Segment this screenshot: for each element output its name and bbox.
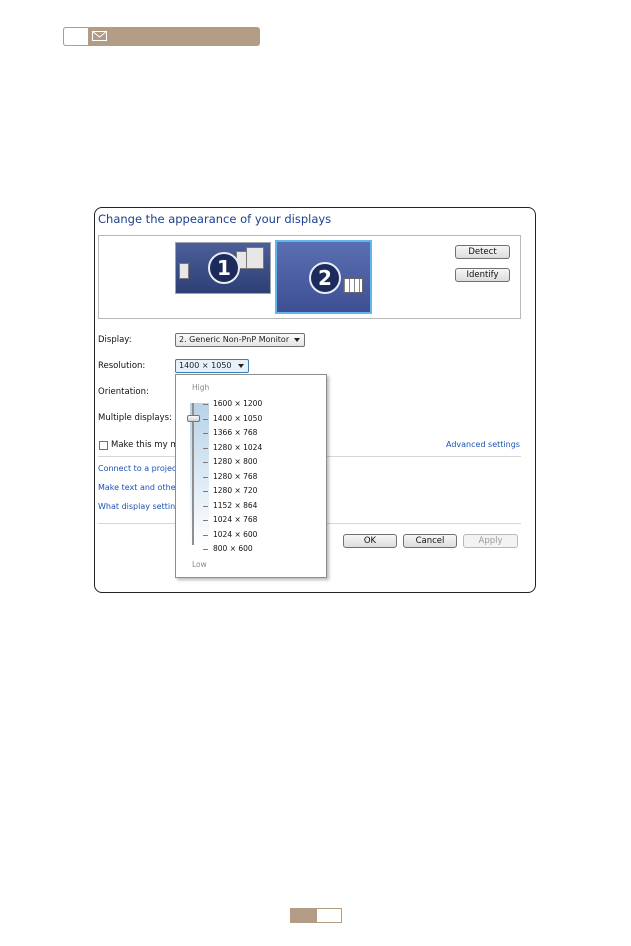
multiple-displays-label: Multiple displays: xyxy=(98,413,172,423)
main-display-checkbox[interactable] xyxy=(99,441,108,450)
resolution-option[interactable]: 1366 × 768 xyxy=(213,428,257,437)
slider-tick xyxy=(203,404,208,405)
panel-title: Change the appearance of your displays xyxy=(98,212,332,226)
chevron-down-icon xyxy=(238,364,244,368)
page-number-box xyxy=(290,908,342,923)
slider-tick xyxy=(203,491,208,492)
mail-icon xyxy=(92,31,107,41)
resolution-option[interactable]: 1600 × 1200 xyxy=(213,399,262,408)
resolution-slider-track[interactable] xyxy=(192,403,194,545)
resolution-option[interactable]: 1280 × 1024 xyxy=(213,443,262,452)
cancel-button[interactable]: Cancel xyxy=(403,534,457,548)
resolution-option[interactable]: 1280 × 768 xyxy=(213,472,257,481)
resolution-option[interactable]: 1280 × 800 xyxy=(213,457,257,466)
monitor-2-thumbnail[interactable]: 2 xyxy=(275,240,372,314)
display-label: Display: xyxy=(98,335,132,345)
detect-button[interactable]: Detect xyxy=(455,245,510,259)
slider-tick xyxy=(203,418,208,420)
slider-tick xyxy=(203,462,208,463)
advanced-settings-link[interactable]: Advanced settings xyxy=(446,440,520,449)
resolution-option[interactable]: 1280 × 720 xyxy=(213,486,257,495)
slider-tick xyxy=(203,476,208,478)
slider-tick xyxy=(203,534,208,536)
apply-button[interactable]: Apply xyxy=(463,534,518,548)
header-bar xyxy=(63,27,260,46)
resolution-slider-thumb[interactable] xyxy=(187,415,200,422)
monitor-window-icon xyxy=(246,247,264,269)
ok-button[interactable]: OK xyxy=(343,534,397,548)
monitor-grid-icon xyxy=(343,278,363,293)
orientation-label: Orientation: xyxy=(98,387,149,397)
monitor-number-badge: 2 xyxy=(309,262,341,294)
resolution-select-value: 1400 × 1050 xyxy=(179,361,232,370)
display-settings-panel: Change the appearance of your displays 1… xyxy=(94,207,536,593)
monitor-window-icon xyxy=(179,263,189,279)
slider-tick xyxy=(203,505,208,507)
identify-button[interactable]: Identify xyxy=(455,268,510,282)
resolution-option[interactable]: 1024 × 768 xyxy=(213,515,257,524)
monitor-1-thumbnail[interactable]: 1 xyxy=(175,242,271,294)
resolution-option[interactable]: 1024 × 600 xyxy=(213,530,257,539)
monitor-number-badge: 1 xyxy=(208,252,240,284)
resolution-dropdown: High 1600 × 1200 1400 × 1050 1366 × 768 128… xyxy=(175,374,327,578)
resolution-option[interactable]: 1152 × 864 xyxy=(213,501,257,510)
text-size-link[interactable]: Make text and other xyxy=(98,483,179,492)
slider-tick xyxy=(203,549,208,550)
display-select[interactable]: 2. Generic Non-PnP Monitor xyxy=(175,333,305,347)
resolution-label: Resolution: xyxy=(98,361,146,371)
low-label: Low xyxy=(192,560,207,569)
resolution-select[interactable]: 1400 × 1050 xyxy=(175,359,249,373)
monitor-arrangement: 1 2 Detect Identify xyxy=(98,235,521,319)
slider-tick xyxy=(203,520,208,521)
main-display-checkbox-label: Make this my ma xyxy=(111,440,184,450)
connect-projector-link[interactable]: Connect to a projec xyxy=(98,464,176,473)
display-settings-help-link[interactable]: What display settin xyxy=(98,502,175,511)
resolution-option[interactable]: 1400 × 1050 xyxy=(213,414,262,423)
slider-tick xyxy=(203,447,208,449)
header-tab xyxy=(63,27,89,46)
resolution-option[interactable]: 800 × 600 xyxy=(213,544,253,553)
slider-tick xyxy=(203,433,208,434)
chevron-down-icon xyxy=(294,338,300,342)
page-number-box-fill xyxy=(291,909,317,922)
high-label: High xyxy=(192,383,210,392)
display-select-value: 2. Generic Non-PnP Monitor xyxy=(179,335,290,344)
